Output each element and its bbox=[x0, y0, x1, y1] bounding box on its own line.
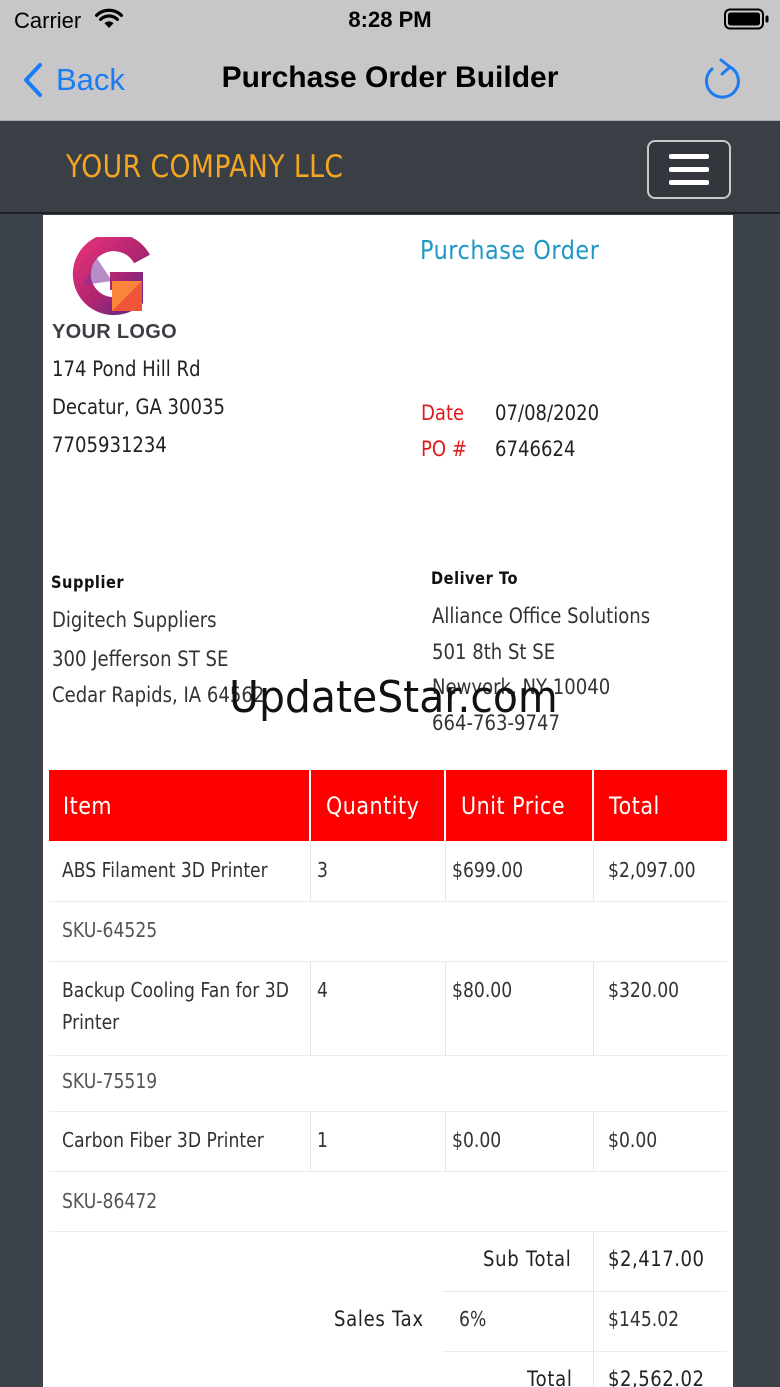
item-name: ABS Filament 3D Printer bbox=[62, 858, 268, 882]
sales-tax-value: $145.02 bbox=[608, 1307, 680, 1331]
back-button[interactable]: Back bbox=[22, 58, 125, 102]
company-name: YOUR COMPANY LLC bbox=[66, 149, 344, 185]
subtotal-value: $2,417.00 bbox=[608, 1247, 705, 1271]
sales-tax-rate[interactable]: 6% bbox=[459, 1307, 491, 1331]
status-bar: Carrier 8:28 PM bbox=[0, 0, 780, 40]
app-header: YOUR COMPANY LLC bbox=[0, 121, 780, 214]
item-total: $0.00 bbox=[608, 1128, 658, 1152]
supplier-name[interactable]: Digitech Suppliers bbox=[52, 608, 217, 632]
company-logo[interactable]: YOUR LOGO bbox=[50, 227, 208, 343]
battery-icon bbox=[724, 8, 769, 30]
item-sku: SKU-64525 bbox=[62, 918, 158, 942]
item-quantity: 3 bbox=[317, 858, 328, 882]
hamburger-icon bbox=[669, 154, 709, 159]
logo-mark-icon bbox=[72, 237, 150, 316]
date-label: Date bbox=[421, 401, 465, 425]
navigation-bar: Back Purchase Order Builder bbox=[0, 40, 780, 121]
deliver-to-heading: Deliver To bbox=[431, 569, 519, 589]
supplier-address-line: Cedar Rapids, IA 64562 bbox=[52, 683, 265, 707]
grand-total-label: Total bbox=[527, 1367, 573, 1387]
item-total: $2,097.00 bbox=[608, 858, 696, 882]
back-button-label: Back bbox=[56, 62, 125, 97]
menu-button[interactable] bbox=[647, 140, 731, 199]
supplier-heading: Supplier bbox=[51, 573, 125, 593]
table-header-total: Total bbox=[594, 770, 727, 841]
deliver-to-phone: 664-763-9747 bbox=[432, 711, 560, 735]
chevron-left-icon bbox=[24, 63, 42, 97]
table-header-quantity: Quantity bbox=[311, 770, 444, 841]
po-number-value[interactable]: 6746624 bbox=[495, 437, 575, 461]
item-unit-price: $0.00 bbox=[452, 1128, 502, 1152]
refresh-icon[interactable] bbox=[700, 57, 742, 103]
logo-text: YOUR LOGO bbox=[52, 321, 177, 343]
status-time: 8:28 PM bbox=[348, 7, 432, 32]
table-header-item: Item bbox=[49, 770, 309, 841]
po-number-label: PO # bbox=[421, 437, 467, 461]
item-name: Carbon Fiber 3D Printer bbox=[62, 1128, 264, 1152]
item-sku: SKU-86472 bbox=[62, 1189, 158, 1213]
table-header-unit-price: Unit Price bbox=[446, 770, 592, 841]
item-total: $320.00 bbox=[608, 978, 680, 1002]
company-phone: 7705931234 bbox=[52, 433, 167, 457]
date-value[interactable]: 07/08/2020 bbox=[495, 401, 599, 425]
grand-total-value: $2,562.02 bbox=[608, 1367, 705, 1387]
item-sku: SKU-75519 bbox=[62, 1069, 158, 1093]
item-quantity: 4 bbox=[317, 978, 328, 1002]
deliver-to-address-line: Newyork, NY 10040 bbox=[432, 675, 611, 699]
company-address-line: Decatur, GA 30035 bbox=[52, 395, 225, 419]
item-unit-price: $80.00 bbox=[452, 978, 513, 1002]
deliver-to-address-line: 501 8th St SE bbox=[432, 640, 556, 664]
purchase-order-document: YOUR LOGO Purchase Order 174 Pond Hill R… bbox=[43, 215, 733, 1387]
supplier-address-line: 300 Jefferson ST SE bbox=[52, 647, 229, 671]
sales-tax-label: Sales Tax bbox=[334, 1307, 424, 1331]
deliver-to-name[interactable]: Alliance Office Solutions bbox=[432, 604, 650, 628]
item-quantity: 1 bbox=[317, 1128, 328, 1152]
item-unit-price: $699.00 bbox=[452, 858, 524, 882]
item-name-continued: Printer bbox=[62, 1010, 120, 1034]
item-name: Backup Cooling Fan for 3D bbox=[62, 978, 289, 1002]
document-title: Purchase Order bbox=[420, 236, 600, 266]
subtotal-label: Sub Total bbox=[483, 1247, 572, 1271]
company-address-line: 174 Pond Hill Rd bbox=[52, 357, 201, 381]
